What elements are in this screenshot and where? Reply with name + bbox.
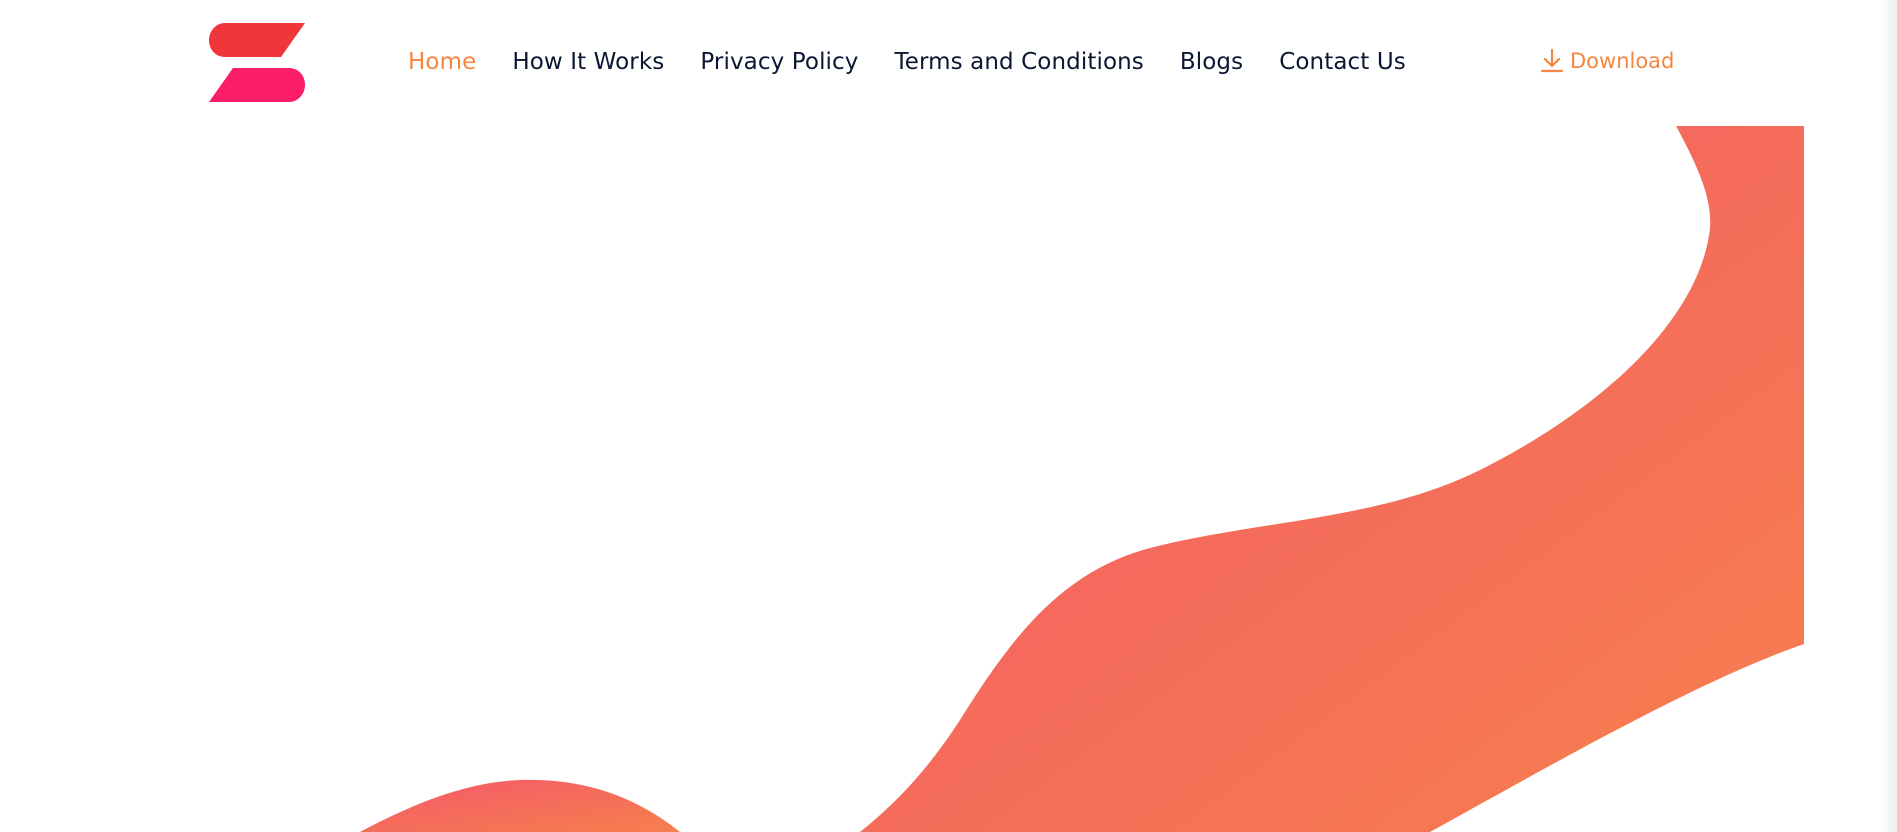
landing-page: Home How It Works Privacy Policy Terms a… <box>0 0 1897 832</box>
nav-contact-us[interactable]: Contact Us <box>1279 49 1406 75</box>
download-button[interactable]: Download <box>1540 44 1674 78</box>
nav-home[interactable]: Home <box>408 49 476 75</box>
nav-blogs[interactable]: Blogs <box>1180 49 1243 75</box>
s-logo-icon[interactable] <box>209 23 305 102</box>
hero-wave-background <box>360 126 1804 832</box>
logo-upper-shape <box>209 23 305 57</box>
site-header: Home How It Works Privacy Policy Terms a… <box>0 0 1897 124</box>
logo-lower-shape <box>209 68 305 102</box>
nav-terms-and-conditions[interactable]: Terms and Conditions <box>895 49 1144 75</box>
main-nav: Home How It Works Privacy Policy Terms a… <box>408 44 1406 80</box>
download-label: Download <box>1570 49 1675 73</box>
nav-how-it-works[interactable]: How It Works <box>512 49 664 75</box>
hero-wave-lower-shape <box>360 779 680 832</box>
hero-wave-shape <box>860 126 1804 832</box>
nav-privacy-policy[interactable]: Privacy Policy <box>700 49 858 75</box>
page-edge-shadow <box>1879 0 1897 832</box>
download-icon <box>1540 48 1564 74</box>
